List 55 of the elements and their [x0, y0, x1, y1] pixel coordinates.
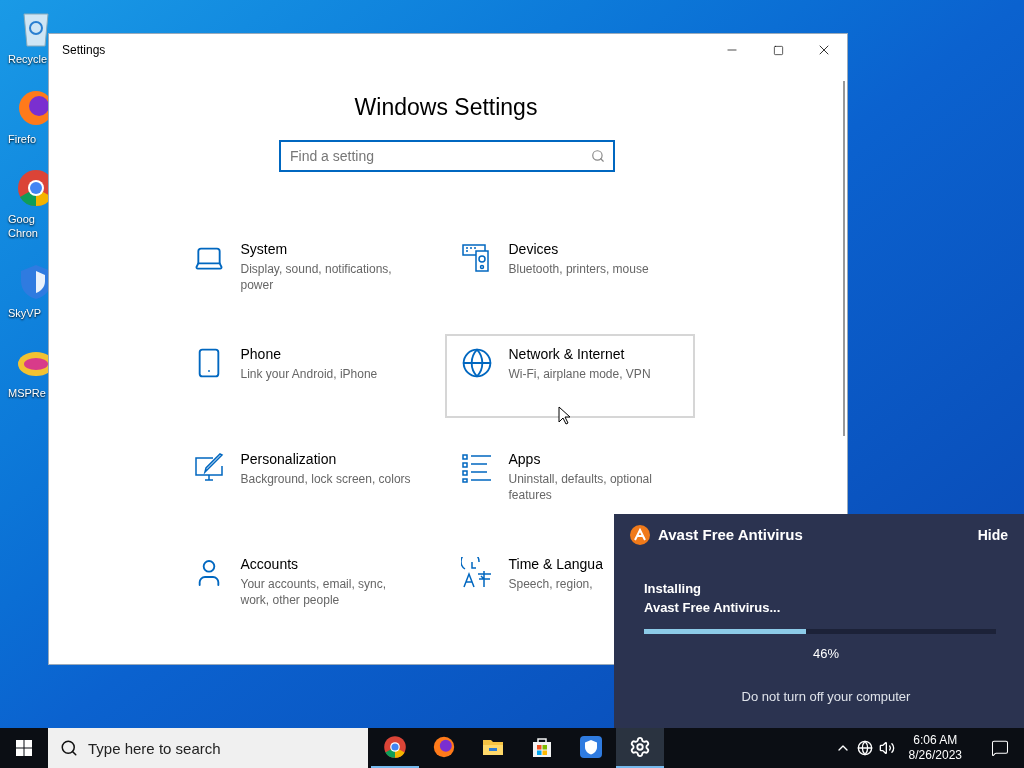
tile-description: Wi-Fi, airplane mode, VPN: [508, 366, 652, 382]
list-icon: [460, 452, 493, 484]
search-icon: [60, 739, 78, 757]
tile-title: Phone: [240, 345, 282, 363]
tile-title: Personalization: [240, 450, 338, 468]
maximize-icon: [772, 44, 784, 56]
settings-icon: [629, 736, 651, 758]
desktop-icon-label[interactable]: SkyVP: [8, 306, 41, 320]
desktop-icon-label[interactable]: Goog Chron: [8, 212, 38, 240]
progress-percent: 46%: [813, 645, 839, 663]
page-heading: Windows Settings: [354, 93, 538, 122]
tile-description: Background, lock screen, colors: [240, 471, 412, 487]
window-title: Settings: [62, 42, 107, 59]
tile-title: Apps: [508, 450, 542, 468]
scrollbar[interactable]: [843, 81, 845, 436]
settings-tile[interactable]: Network & Internet Wi-Fi, airplane mode, VPN: [444, 334, 695, 418]
network-icon[interactable]: [856, 740, 873, 756]
desktop-icon-label[interactable]: MSPRe: [8, 386, 46, 400]
chrome-icon: [383, 735, 407, 759]
tile-description: Link your Android, iPhone: [240, 366, 379, 382]
clock-language-icon: [460, 557, 493, 589]
search-field[interactable]: Find a setting: [279, 140, 615, 172]
globe-icon: [460, 347, 493, 379]
avast-logo-icon: [630, 525, 650, 545]
tile-title: System: [240, 240, 289, 258]
mouse-pointer-icon: [558, 406, 570, 425]
settings-tile[interactable]: System Display, sound, notifications, power: [176, 229, 427, 313]
settings-tile[interactable]: Apps Uninstall, defaults, optional features: [444, 439, 695, 523]
tile-title: Network & Internet: [508, 345, 626, 363]
hide-button[interactable]: Hide: [977, 524, 1008, 546]
tile-title: Devices: [508, 240, 560, 258]
tile-description: Bluetooth, printers, mouse: [508, 261, 650, 277]
tile-description: Display, sound, notifications, power: [240, 261, 393, 293]
install-status: Installing Avast Free Antivirus...: [644, 580, 782, 617]
speaker-icon[interactable]: [878, 740, 895, 756]
taskbar-app[interactable]: [616, 728, 664, 768]
taskbar-search-field[interactable]: Type here to search: [48, 728, 368, 768]
tile-description: Uninstall, defaults, optional features: [508, 471, 653, 503]
settings-tile[interactable]: Personalization Background, lock screen, colors: [176, 439, 427, 523]
settings-tile[interactable]: Phone Link your Android, iPhone: [176, 334, 427, 418]
monitor-brush-icon: [192, 452, 225, 484]
clock[interactable]: 6:06 AM 8/26/2023: [900, 733, 970, 763]
popup-title: Avast Free Antivirus: [658, 524, 804, 545]
tile-title: Time & Langua: [508, 555, 604, 573]
shield-icon: [579, 735, 603, 759]
windows-logo-icon: [16, 740, 32, 756]
shopping-bag-icon: [530, 735, 554, 759]
search-icon: [591, 149, 605, 163]
tile-title: Accounts: [240, 555, 300, 573]
notification-icon[interactable]: [991, 739, 1009, 757]
firefox-icon: [432, 735, 456, 759]
tile-description: Your accounts, email, sync, work, other people: [240, 576, 388, 608]
settings-tile[interactable]: Devices Bluetooth, printers, mouse: [444, 229, 695, 313]
settings-tile[interactable]: Accounts Your accounts, email, sync, work, other people: [176, 544, 427, 628]
warning-text: Do not turn off your computer: [741, 687, 911, 706]
